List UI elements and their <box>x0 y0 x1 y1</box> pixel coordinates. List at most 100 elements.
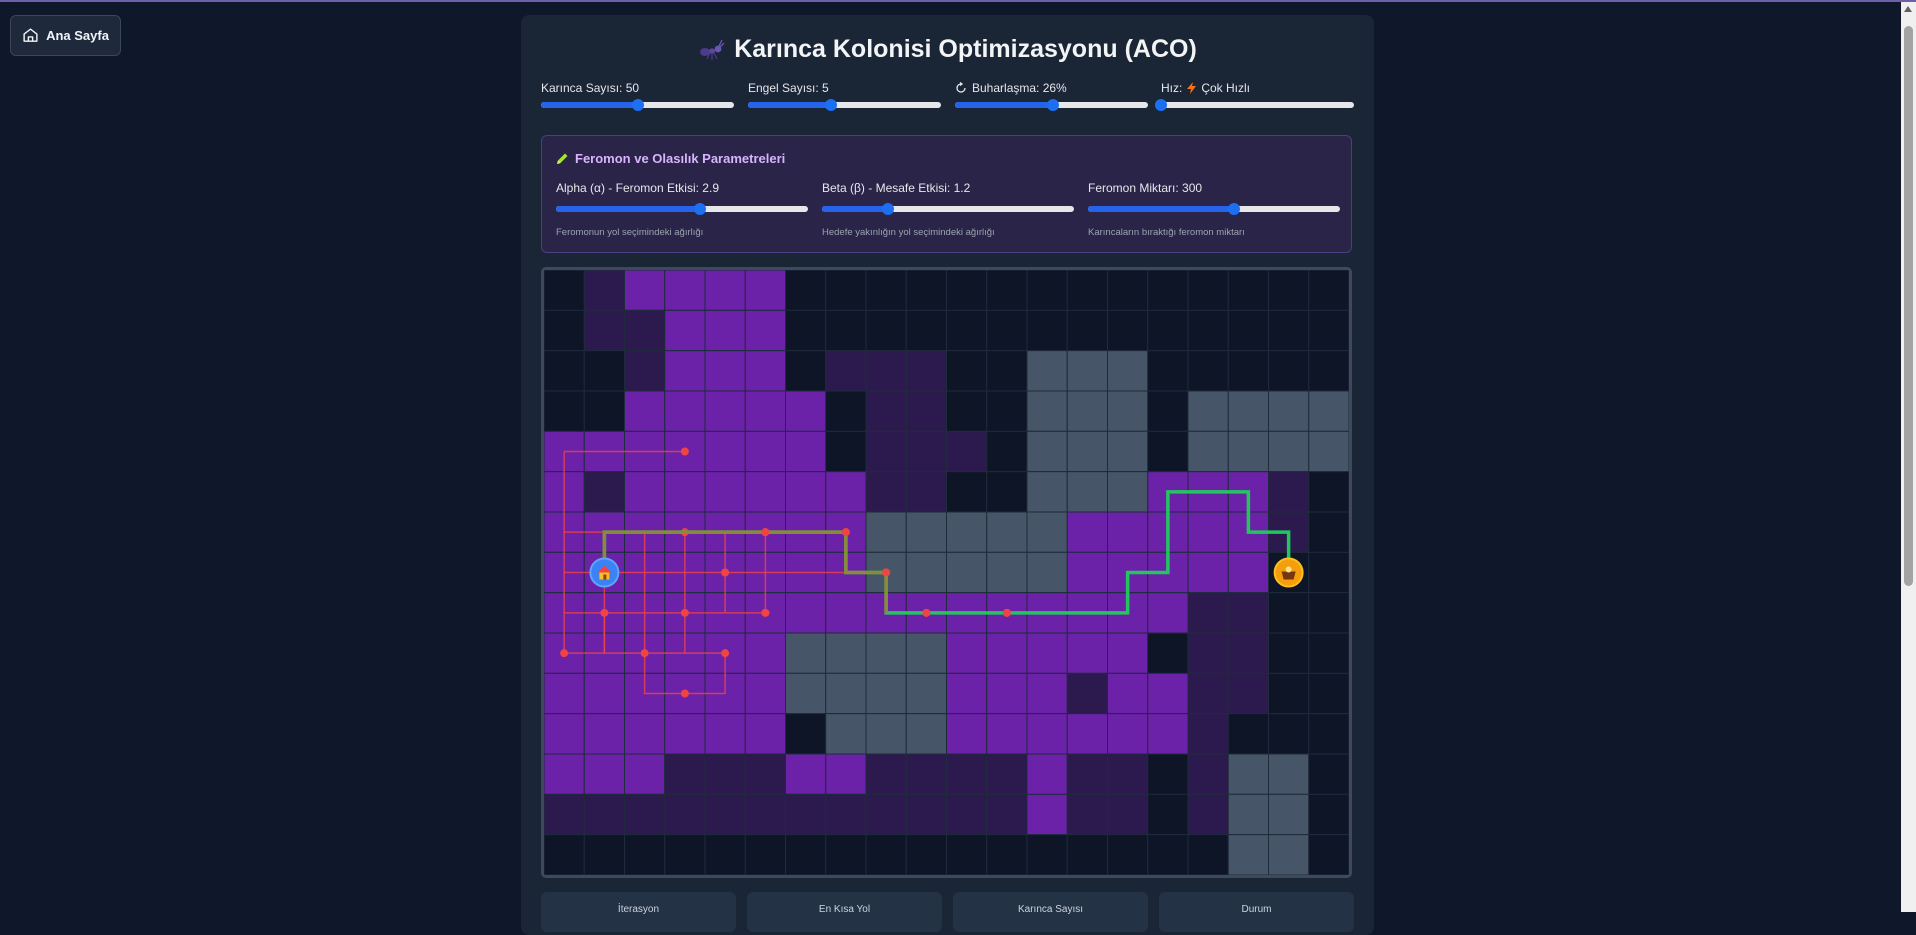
slider-thumb[interactable] <box>631 99 644 111</box>
pheromone-cell <box>986 672 1028 715</box>
slider-thumb[interactable] <box>1155 99 1167 111</box>
ant-count-slider[interactable] <box>541 99 734 111</box>
slider-thumb[interactable] <box>881 203 894 215</box>
stat-shortest-path-label: En Kısa Yol <box>818 904 871 915</box>
empty-cell <box>946 471 988 513</box>
pheromone-cell <box>1066 632 1108 674</box>
pheromone-cell <box>905 390 947 432</box>
empty-cell <box>1066 834 1108 875</box>
obstacle-count-label: Engel Sayısı: 5 <box>748 81 829 95</box>
evaporation-slider[interactable] <box>955 99 1148 111</box>
empty-cell <box>1308 834 1349 875</box>
ant-dot <box>680 689 689 698</box>
pheromone-cell <box>744 430 786 473</box>
slider-thumb[interactable] <box>824 99 837 111</box>
pheromone-cell <box>785 753 827 795</box>
obstacle-cell <box>1268 753 1310 795</box>
pheromone-cell <box>624 753 666 795</box>
slider-thumb[interactable] <box>693 203 706 215</box>
pheromone-cell <box>865 753 907 795</box>
beta-hint: Hedefe yakınlığın yol seçimindeki ağırlı… <box>822 227 995 238</box>
empty-cell <box>1308 511 1349 553</box>
obstacle-cell <box>1268 430 1310 473</box>
empty-cell <box>744 834 786 875</box>
pheromone-cell <box>1187 592 1229 634</box>
basket-body <box>1281 571 1296 580</box>
ant-icon <box>700 39 725 60</box>
pheromone-cell <box>825 793 867 836</box>
empty-cell <box>1066 270 1108 311</box>
pheromone-cell <box>624 309 666 352</box>
obstacle-cell <box>1066 471 1108 513</box>
scrollbar-thumb[interactable] <box>1904 26 1913 586</box>
pheromone-cell <box>704 350 746 392</box>
empty-cell <box>1308 632 1349 674</box>
pheromone-cell <box>1107 632 1149 674</box>
empty-cell <box>946 834 988 875</box>
pheromone-cell <box>1107 713 1149 755</box>
pheromone-amount-slider[interactable] <box>1088 203 1340 215</box>
empty-cell <box>865 270 907 311</box>
pheromone-cell <box>825 753 867 795</box>
pheromone-cell <box>664 471 706 513</box>
pheromone-cell <box>624 350 666 392</box>
empty-cell <box>986 471 1028 513</box>
obstacle-cell <box>905 713 947 755</box>
pheromone-cell <box>744 672 786 715</box>
pheromone-cell <box>986 793 1028 836</box>
pheromone-cell <box>905 471 947 513</box>
speed-slider[interactable] <box>1155 99 1354 111</box>
home-button[interactable]: Ana Sayfa <box>10 15 121 56</box>
pheromone-cell <box>1187 511 1229 553</box>
pheromone-cell <box>905 753 947 795</box>
empty-cell <box>865 309 907 352</box>
empty-cell <box>785 270 827 311</box>
pheromone-cell <box>583 309 625 352</box>
pheromone-cell <box>744 793 786 836</box>
beta-slider[interactable] <box>822 203 1074 215</box>
empty-cell <box>1187 270 1229 311</box>
ant-dot <box>841 528 850 537</box>
pheromone-cell <box>1026 793 1068 836</box>
basket-food <box>1285 566 1292 573</box>
empty-cell <box>825 834 867 875</box>
page-scrollbar[interactable] <box>1901 2 1916 912</box>
empty-cell <box>1107 309 1149 352</box>
pheromone-cell <box>744 753 786 795</box>
pheromone-cell <box>744 270 786 311</box>
pheromone-cell <box>704 270 746 311</box>
empty-cell <box>1308 713 1349 755</box>
empty-cell <box>544 350 585 392</box>
scroll-up-arrow-icon[interactable] <box>1904 6 1912 12</box>
grid-canvas[interactable] <box>544 270 1349 875</box>
pheromone-cell <box>825 471 867 513</box>
pheromone-cell <box>1227 551 1269 594</box>
ant-count-label: Karınca Sayısı: 50 <box>541 81 640 95</box>
pheromone-cell <box>825 350 867 392</box>
empty-cell <box>1066 309 1108 352</box>
obstacle-cell <box>1066 430 1108 473</box>
obstacle-cell <box>1268 793 1310 836</box>
pheromone-cell <box>544 753 585 795</box>
pheromone-cell <box>1227 632 1269 674</box>
speed-control: Hız: Çok Hızlı <box>1155 80 1354 111</box>
obstacle-count-slider[interactable] <box>748 99 941 111</box>
simulation-grid[interactable] <box>541 267 1352 878</box>
pheromone-cell <box>744 350 786 392</box>
obstacle-cell <box>1107 471 1149 513</box>
aco-panel: Karınca Kolonisi Optimizasyonu (ACO) Kar… <box>521 15 1374 935</box>
alpha-slider[interactable] <box>556 203 808 215</box>
obstacle-cell <box>1026 350 1068 392</box>
empty-cell <box>1147 270 1189 311</box>
empty-cell <box>946 270 988 311</box>
pheromone-cell <box>1187 672 1229 715</box>
obstacle-cell <box>905 672 947 715</box>
empty-cell <box>1187 834 1229 875</box>
empty-cell <box>946 390 988 432</box>
empty-cell <box>1268 632 1310 674</box>
slider-thumb[interactable] <box>1228 203 1241 215</box>
obstacle-cell <box>865 672 907 715</box>
slider-thumb[interactable] <box>1047 99 1060 111</box>
pheromone-cell <box>785 793 827 836</box>
empty-cell <box>785 713 827 755</box>
